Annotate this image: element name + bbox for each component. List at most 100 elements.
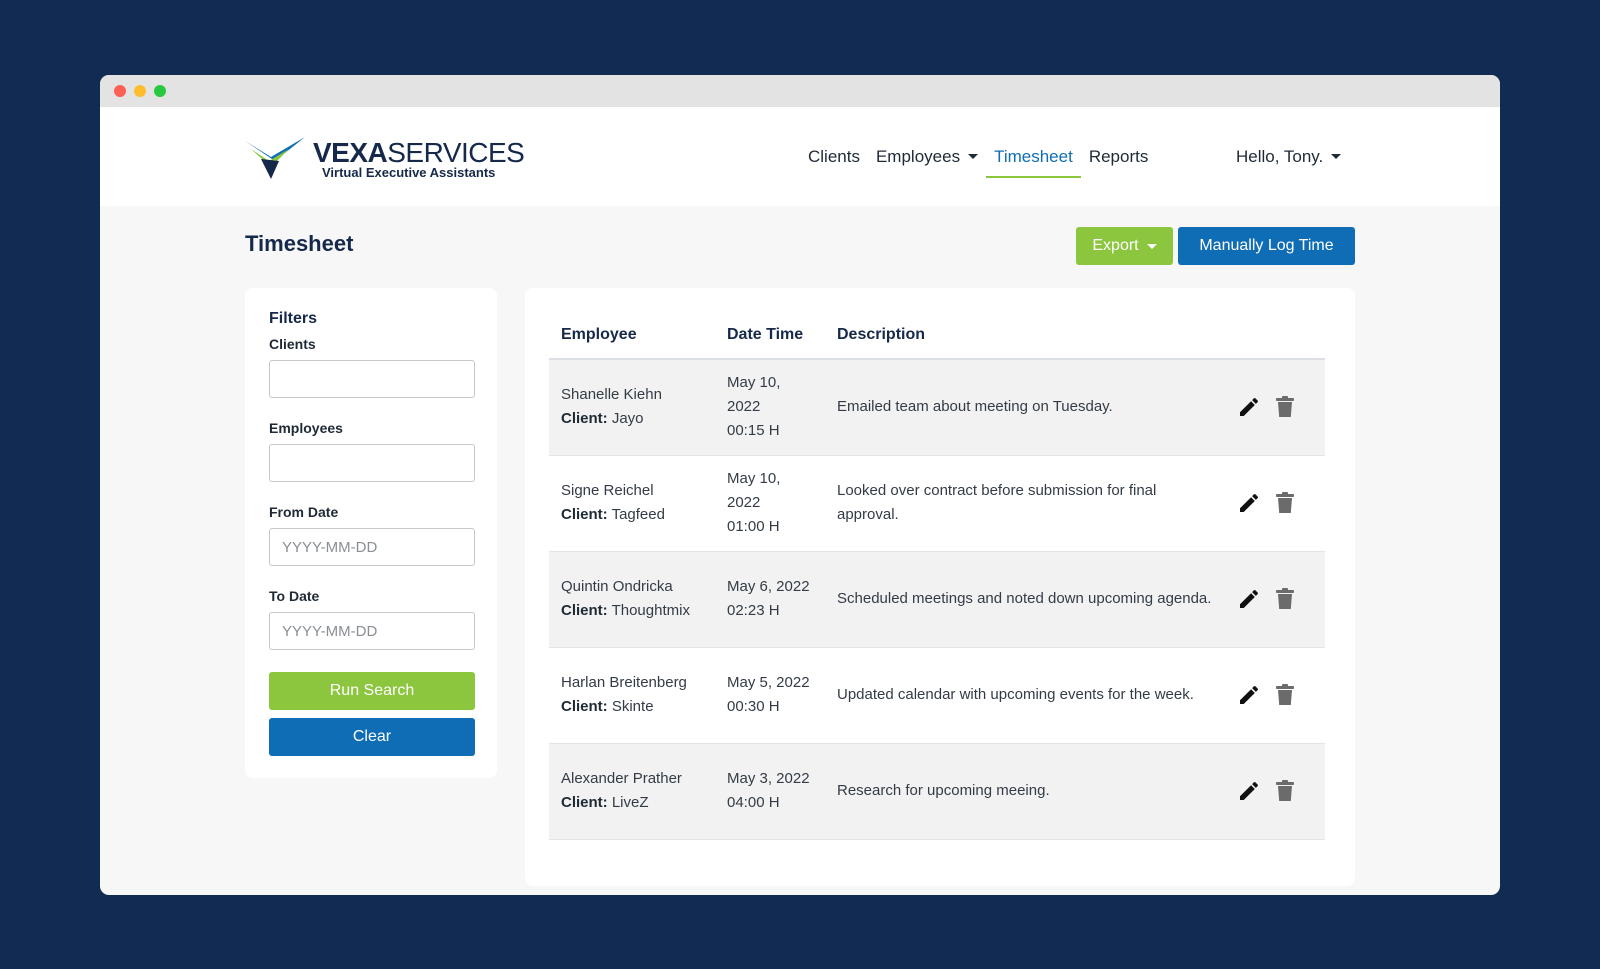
employee-name: Harlan Breitenberg (561, 674, 687, 691)
chevron-down-icon (1146, 243, 1157, 249)
employee-cell: Shanelle Kiehn Client: Jayo (549, 359, 715, 456)
client-label: Client: (561, 506, 608, 523)
clear-filters-button[interactable]: Clear (269, 718, 475, 756)
browser-window: VEXASERVICES Virtual Executive Assistant… (100, 75, 1500, 895)
client-name: Tagfeed (611, 506, 665, 523)
pencil-icon[interactable] (1237, 587, 1261, 611)
datetime-cell: May 5, 2022 00:30 H (715, 647, 825, 744)
nav-employees[interactable]: Employees (868, 107, 986, 206)
datetime-cell: May 10, 2022 01:00 H (715, 455, 825, 552)
employees-filter-input[interactable] (269, 444, 475, 482)
entry-date: May 10, 2022 (727, 374, 781, 416)
client-label: Client: (561, 794, 608, 811)
employee-column-header[interactable]: Employee (549, 312, 715, 360)
maximize-window-dot[interactable] (154, 85, 166, 97)
trash-icon[interactable] (1273, 395, 1297, 419)
brand-name-light: SERVICES (387, 137, 525, 168)
client-name: Skinte (611, 698, 654, 715)
navbar: VEXASERVICES Virtual Executive Assistant… (100, 107, 1500, 206)
description-cell: Looked over contract before submission f… (825, 455, 1225, 552)
pencil-icon[interactable] (1237, 395, 1261, 419)
window-titlebar (100, 75, 1500, 107)
datetime-cell: May 3, 2022 04:00 H (715, 743, 825, 840)
actions-cell (1225, 743, 1325, 840)
table-header-row: Employee Date Time Description (549, 312, 1325, 360)
pencil-icon[interactable] (1237, 779, 1261, 803)
employee-cell: Alexander Prather Client: LiveZ (549, 743, 715, 840)
employee-cell: Harlan Breitenberg Client: Skinte (549, 647, 715, 744)
description-cell: Updated calendar with upcoming events fo… (825, 647, 1225, 744)
datetime-cell: May 10, 2022 00:15 H (715, 359, 825, 456)
export-button[interactable]: Export (1076, 227, 1173, 265)
from-date-input[interactable] (269, 528, 475, 566)
employee-name: Alexander Prather (561, 770, 682, 787)
nav-reports[interactable]: Reports (1081, 107, 1157, 206)
entry-time: 01:00 H (727, 518, 780, 535)
datetime-cell: May 6, 2022 02:23 H (715, 551, 825, 648)
datetime-column-header[interactable]: Date Time (715, 312, 825, 360)
actions-cell (1225, 359, 1325, 456)
nav-clients[interactable]: Clients (800, 107, 868, 206)
table-row[interactable]: Quintin Ondricka Client: Thoughtmix May … (549, 551, 1325, 648)
filters-title: Filters (269, 310, 318, 327)
pencil-icon[interactable] (1237, 491, 1261, 515)
client-label: Client: (561, 410, 608, 428)
close-window-dot[interactable] (114, 85, 126, 97)
employee-name: Shanelle Kiehn (561, 386, 662, 404)
description-column-header[interactable]: Description (825, 312, 1225, 360)
client-name: Jayo (611, 410, 644, 428)
trash-icon[interactable] (1273, 491, 1297, 515)
trash-icon[interactable] (1273, 779, 1297, 803)
user-greeting: Hello, Tony. (1236, 146, 1324, 166)
client-name: Thoughtmix (611, 602, 690, 619)
description-cell: Research for upcoming meeing. (825, 743, 1225, 840)
employee-name: Quintin Ondricka (561, 578, 673, 595)
brand-tagline: Virtual Executive Assistants (322, 165, 496, 180)
filters-panel: Filters Clients Employees From Date To D… (245, 288, 497, 778)
manually-log-time-button[interactable]: Manually Log Time (1178, 227, 1355, 265)
timesheet-table-card: Employee Date Time Description Shanelle … (525, 288, 1355, 886)
employee-cell: Signe Reichel Client: Tagfeed (549, 455, 715, 552)
trash-icon[interactable] (1273, 587, 1297, 611)
minimize-window-dot[interactable] (134, 85, 146, 97)
description-cell: Scheduled meetings and noted down upcomi… (825, 551, 1225, 648)
employees-filter-label: Employees (269, 420, 343, 436)
entry-date: May 3, 2022 (727, 770, 810, 787)
timesheet-rows: Shanelle Kiehn Client: Jayo May 10, 2022… (549, 359, 1325, 840)
from-date-label: From Date (269, 504, 339, 520)
client-name: LiveZ (611, 794, 649, 811)
user-menu[interactable]: Hello, Tony. (1236, 107, 1342, 206)
client-label: Client: (561, 602, 608, 619)
table-row[interactable]: Alexander Prather Client: LiveZ May 3, 2… (549, 743, 1325, 840)
to-date-label: To Date (269, 588, 320, 604)
to-date-input[interactable] (269, 612, 475, 650)
chevron-down-icon (968, 154, 979, 159)
employee-cell: Quintin Ondricka Client: Thoughtmix (549, 551, 715, 648)
clients-filter-input[interactable] (269, 360, 475, 398)
clients-filter-label: Clients (269, 336, 316, 352)
client-label: Client: (561, 698, 608, 715)
brand-name-strong: VEXA (313, 137, 388, 168)
actions-cell (1225, 647, 1325, 744)
entry-date: May 5, 2022 (727, 674, 810, 691)
entry-time: 04:00 H (727, 794, 780, 811)
run-search-button[interactable]: Run Search (269, 672, 475, 710)
timesheet-table: Employee Date Time Description Shanelle … (549, 312, 1325, 840)
table-row[interactable]: Shanelle Kiehn Client: Jayo May 10, 2022… (549, 359, 1325, 456)
entry-time: 00:15 H (727, 422, 780, 440)
trash-icon[interactable] (1273, 683, 1297, 707)
actions-column-header (1225, 312, 1325, 360)
table-row[interactable]: Harlan Breitenberg Client: Skinte May 5,… (549, 647, 1325, 744)
pencil-icon[interactable] (1237, 683, 1261, 707)
entry-time: 00:30 H (727, 698, 780, 715)
table-row[interactable]: Signe Reichel Client: Tagfeed May 10, 20… (549, 455, 1325, 552)
chevron-down-icon (1331, 154, 1342, 159)
entry-date: May 10, 2022 (727, 470, 781, 511)
entry-time: 02:23 H (727, 602, 780, 619)
entry-date: May 6, 2022 (727, 578, 810, 595)
nav-timesheet[interactable]: Timesheet (986, 107, 1081, 206)
employee-name: Signe Reichel (561, 482, 654, 499)
main-nav: Clients Employees Timesheet Reports (800, 107, 1156, 206)
actions-cell (1225, 551, 1325, 648)
logo-mark-icon (245, 137, 305, 179)
